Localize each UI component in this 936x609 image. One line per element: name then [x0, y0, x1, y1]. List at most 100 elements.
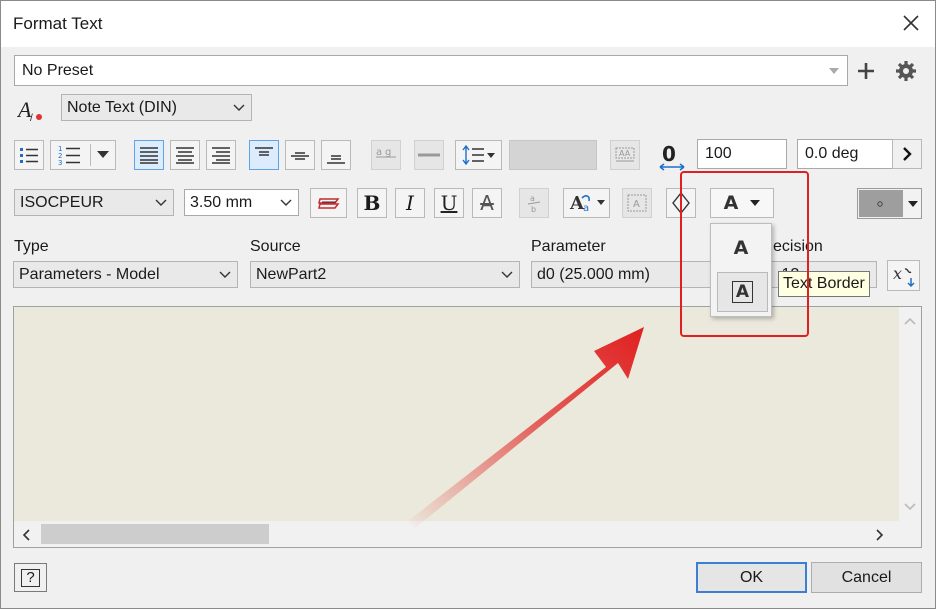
- text-case-icon: A a: [569, 193, 605, 214]
- scroll-right-icon[interactable]: [876, 529, 884, 541]
- symbol-button[interactable]: A: [622, 188, 652, 218]
- align-center-icon: [176, 147, 194, 164]
- dialog-title: Format Text: [13, 14, 103, 33]
- line-button[interactable]: [414, 140, 444, 170]
- stack-icon: ag: [376, 147, 396, 158]
- source-label: Source: [250, 238, 301, 255]
- align-top-button[interactable]: [249, 140, 279, 170]
- align-left-button[interactable]: [134, 140, 164, 170]
- help-icon: ?: [21, 568, 40, 587]
- svg-text:g: g: [385, 147, 391, 158]
- source-value: NewPart2: [256, 265, 327, 283]
- insert-parameter-button[interactable]: x: [887, 260, 920, 291]
- chevron-down-icon: [155, 199, 167, 206]
- cancel-label: Cancel: [841, 568, 892, 586]
- align-bottom-icon: [327, 155, 345, 164]
- chevron-down-icon: [501, 271, 513, 278]
- stack-button[interactable]: ag: [371, 140, 401, 170]
- align-top-icon: [255, 147, 273, 156]
- font-value: ISOCPEUR: [20, 193, 104, 211]
- preset-combo[interactable]: No Preset: [14, 55, 848, 86]
- close-icon[interactable]: [899, 11, 923, 35]
- svg-text:AA: AA: [619, 149, 631, 158]
- case-button[interactable]: A a: [563, 188, 610, 218]
- chevron-down-icon: [219, 271, 231, 278]
- vertical-scrollbar[interactable]: [899, 307, 921, 521]
- insert-parameter-icon: x: [893, 264, 915, 287]
- color-dot-icon: [877, 201, 883, 207]
- width-factor-value: 100: [705, 145, 732, 162]
- bold-glyph: B: [363, 191, 381, 215]
- help-button[interactable]: ?: [14, 563, 47, 592]
- align-bottom-button[interactable]: [321, 140, 351, 170]
- align-center-button[interactable]: [170, 140, 200, 170]
- italic-button[interactable]: I: [395, 188, 425, 218]
- strikethrough-button[interactable]: A: [472, 188, 502, 218]
- text-color-dropdown[interactable]: [857, 188, 922, 219]
- bold-button[interactable]: B: [357, 188, 387, 218]
- title-bar: Format Text: [1, 1, 935, 47]
- stacked-text-button[interactable]: [310, 188, 347, 218]
- align-left-icon: [140, 147, 158, 164]
- align-middle-button[interactable]: [285, 140, 315, 170]
- parameter-label: Parameter: [531, 238, 606, 255]
- chevron-down-icon: [908, 201, 918, 207]
- text-style-combo[interactable]: Note Text (DIN): [61, 94, 252, 121]
- svg-text:/: /: [30, 113, 33, 123]
- svg-text:x: x: [893, 264, 902, 283]
- line-spacing-icon: [461, 145, 495, 165]
- cancel-button[interactable]: Cancel: [811, 562, 922, 593]
- gear-icon[interactable]: [895, 60, 917, 82]
- line-icon: [418, 153, 440, 157]
- align-right-button[interactable]: [206, 140, 236, 170]
- width-factor-icon: AA: [615, 147, 635, 162]
- svg-text:A: A: [633, 199, 640, 210]
- line-spacing-button[interactable]: [455, 140, 502, 170]
- chevron-down-icon: [280, 199, 292, 206]
- bullets-button[interactable]: [14, 140, 44, 170]
- annotation-arrow-icon: [408, 327, 644, 529]
- width-factor-input[interactable]: 100: [697, 139, 787, 169]
- ok-label: OK: [739, 568, 764, 586]
- svg-text:0: 0: [662, 143, 676, 166]
- text-style-icon: A /: [17, 97, 42, 123]
- parameter-value: d0 (25.000 mm): [537, 265, 650, 283]
- width-factor-icon: 0: [659, 143, 685, 171]
- underline-glyph: U: [440, 191, 458, 215]
- font-size-value: 3.50 mm: [190, 193, 253, 211]
- ok-button[interactable]: OK: [696, 562, 807, 593]
- underline-button[interactable]: U: [434, 188, 464, 218]
- align-middle-icon: [291, 152, 309, 160]
- type-combo[interactable]: Parameters - Model: [13, 261, 238, 288]
- chevron-down-icon: [96, 151, 109, 158]
- scroll-down-icon[interactable]: [904, 503, 916, 511]
- scroll-up-icon[interactable]: [904, 317, 916, 325]
- font-combo[interactable]: ISOCPEUR: [14, 189, 174, 216]
- source-combo[interactable]: NewPart2: [250, 261, 520, 288]
- stack-fraction-button[interactable]: ab: [519, 188, 549, 218]
- plus-icon[interactable]: [856, 61, 876, 81]
- svg-text:a: a: [530, 194, 535, 203]
- scroll-thumb[interactable]: [41, 524, 269, 544]
- stacked-layers-icon: [317, 198, 339, 209]
- numbering-button[interactable]: 123: [50, 140, 116, 170]
- italic-glyph: I: [406, 191, 414, 215]
- font-size-combo[interactable]: 3.50 mm: [184, 189, 299, 216]
- type-label: Type: [14, 238, 49, 255]
- width-factor-button[interactable]: AA: [610, 140, 640, 170]
- expand-arrow-icon: [903, 147, 912, 161]
- insert-symbol-icon: A: [627, 194, 647, 212]
- highlight-box: [680, 171, 809, 337]
- bulleted-list-icon: [20, 148, 38, 163]
- rotation-value: 0.0 deg: [805, 145, 859, 162]
- scroll-left-icon[interactable]: [22, 529, 30, 541]
- text-style-value: Note Text (DIN): [67, 98, 177, 116]
- svg-text:b: b: [531, 205, 536, 214]
- format-text-dialog: Format Text No Preset A / Note Text (DIN…: [0, 0, 936, 609]
- rotation-input[interactable]: 0.0 deg: [797, 139, 893, 169]
- align-right-icon: [212, 147, 230, 164]
- type-value: Parameters - Model: [19, 265, 160, 283]
- numbered-list-icon: 123: [58, 145, 80, 165]
- expand-button[interactable]: [892, 139, 922, 169]
- fraction-icon: ab: [527, 194, 541, 214]
